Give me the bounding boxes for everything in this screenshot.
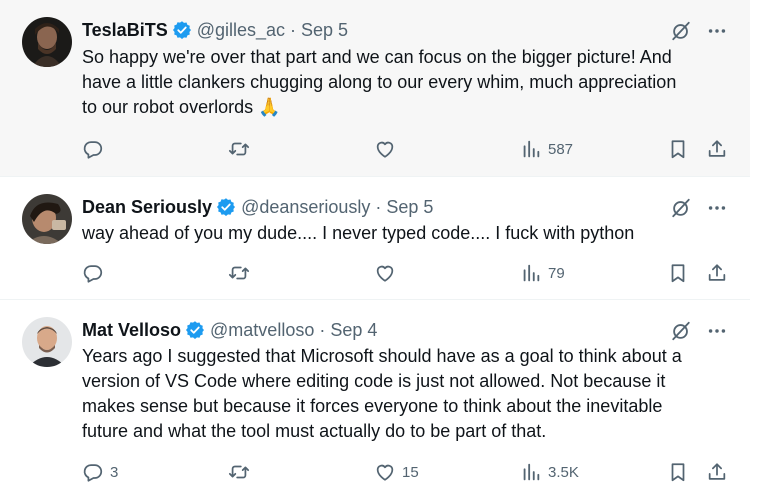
tweet-date[interactable]: Sep 5 (301, 20, 348, 41)
tweet-text-line: way ahead of you my dude.... I never typ… (82, 223, 635, 243)
bookmark-icon (667, 461, 689, 483)
reply-button[interactable] (82, 137, 110, 161)
views-count: 79 (548, 264, 565, 282)
tweet[interactable]: Mat Velloso @matvelloso · Sep 4 Years ag… (0, 300, 750, 500)
avatar[interactable] (22, 17, 72, 67)
retweet-button[interactable] (228, 460, 256, 484)
avatar[interactable] (22, 194, 72, 244)
like-icon (374, 461, 396, 483)
views-icon (520, 461, 542, 483)
like-button[interactable] (374, 261, 402, 285)
tweet-top-actions (670, 20, 728, 42)
bookmark-icon (667, 262, 689, 284)
more-icon[interactable] (706, 20, 728, 42)
share-button[interactable] (706, 137, 728, 161)
grok-icon[interactable] (670, 20, 692, 42)
views-icon (520, 138, 542, 160)
tweet-date[interactable]: Sep 5 (386, 197, 433, 218)
retweet-icon (228, 461, 250, 483)
retweet-icon (228, 138, 250, 160)
retweet-button[interactable] (228, 261, 256, 285)
tweet-text-line: have a little clankers chugging along to… (82, 72, 677, 92)
avatar[interactable] (22, 317, 72, 367)
author-handle[interactable]: @deanseriously (241, 197, 370, 218)
views-count: 3.5K (548, 463, 579, 481)
tweet-text: So happy we're over that part and we can… (82, 45, 732, 120)
bookmark-button[interactable] (667, 137, 689, 161)
verified-badge-icon (172, 20, 192, 40)
reply-icon (82, 461, 104, 483)
like-button[interactable] (374, 137, 402, 161)
tweet[interactable]: Dean Seriously @deanseriously · Sep 5 wa… (0, 177, 750, 300)
tweet-date[interactable]: Sep 4 (330, 320, 377, 341)
author-name[interactable]: Dean Seriously (82, 197, 212, 218)
share-button[interactable] (706, 460, 728, 484)
like-count: 15 (402, 463, 419, 481)
retweet-icon (228, 262, 250, 284)
reply-feed: TeslaBiTS @gilles_ac · Sep 5 So happy we… (0, 0, 758, 500)
more-icon[interactable] (706, 197, 728, 219)
like-button[interactable]: 15 (374, 460, 419, 484)
separator-dot: · (375, 196, 382, 217)
grok-icon[interactable] (670, 320, 692, 342)
views-button[interactable]: 587 (520, 137, 573, 161)
like-icon (374, 262, 396, 284)
bookmark-button[interactable] (667, 460, 689, 484)
like-icon (374, 138, 396, 160)
tweet-header: Mat Velloso @matvelloso · Sep 4 (82, 318, 377, 342)
views-button[interactable]: 79 (520, 261, 565, 285)
tweet-header: Dean Seriously @deanseriously · Sep 5 (82, 195, 433, 219)
reply-icon (82, 138, 104, 160)
share-icon (706, 262, 728, 284)
tweet-text: way ahead of you my dude.... I never typ… (82, 221, 732, 246)
tweet-header: TeslaBiTS @gilles_ac · Sep 5 (82, 18, 348, 42)
author-name[interactable]: Mat Velloso (82, 320, 181, 341)
tweet-text-line: version of VS Code where editing code is… (82, 371, 666, 391)
separator-dot: · (319, 319, 326, 340)
tweet-top-actions (670, 197, 728, 219)
share-icon (706, 461, 728, 483)
tweet-text: Years ago I suggested that Microsoft sho… (82, 344, 732, 444)
views-count: 587 (548, 140, 574, 158)
tweet-text-line: Years ago I suggested that Microsoft sho… (82, 346, 682, 366)
author-handle[interactable]: @gilles_ac (197, 20, 285, 41)
bookmark-icon (667, 138, 689, 160)
reply-button[interactable]: 3 (82, 460, 118, 484)
tweet-text-line: future and what the tool must actually d… (82, 421, 547, 441)
views-button[interactable]: 3.5K (520, 460, 579, 484)
reply-count: 3 (110, 463, 119, 481)
verified-badge-icon (216, 197, 236, 217)
tweet[interactable]: TeslaBiTS @gilles_ac · Sep 5 So happy we… (0, 0, 750, 177)
tweet-text-line: So happy we're over that part and we can… (82, 47, 672, 67)
more-icon[interactable] (706, 320, 728, 342)
tweet-actions: 587 (82, 137, 730, 161)
separator-dot: · (290, 19, 297, 40)
reply-button[interactable] (82, 261, 110, 285)
reply-icon (82, 262, 104, 284)
tweet-text-line: makes sense but because it forces everyo… (82, 396, 663, 416)
grok-icon[interactable] (670, 197, 692, 219)
share-icon (706, 138, 728, 160)
verified-badge-icon (185, 320, 205, 340)
retweet-button[interactable] (228, 137, 256, 161)
tweet-actions: 3 15 3.5K (82, 460, 730, 484)
tweet-text-line: to our robot overlords 🙏 (82, 97, 281, 117)
author-name[interactable]: TeslaBiTS (82, 20, 168, 41)
share-button[interactable] (706, 261, 728, 285)
views-icon (520, 262, 542, 284)
author-handle[interactable]: @matvelloso (210, 320, 314, 341)
tweet-top-actions (670, 320, 728, 342)
tweet-actions: 79 (82, 261, 730, 285)
bookmark-button[interactable] (667, 261, 689, 285)
